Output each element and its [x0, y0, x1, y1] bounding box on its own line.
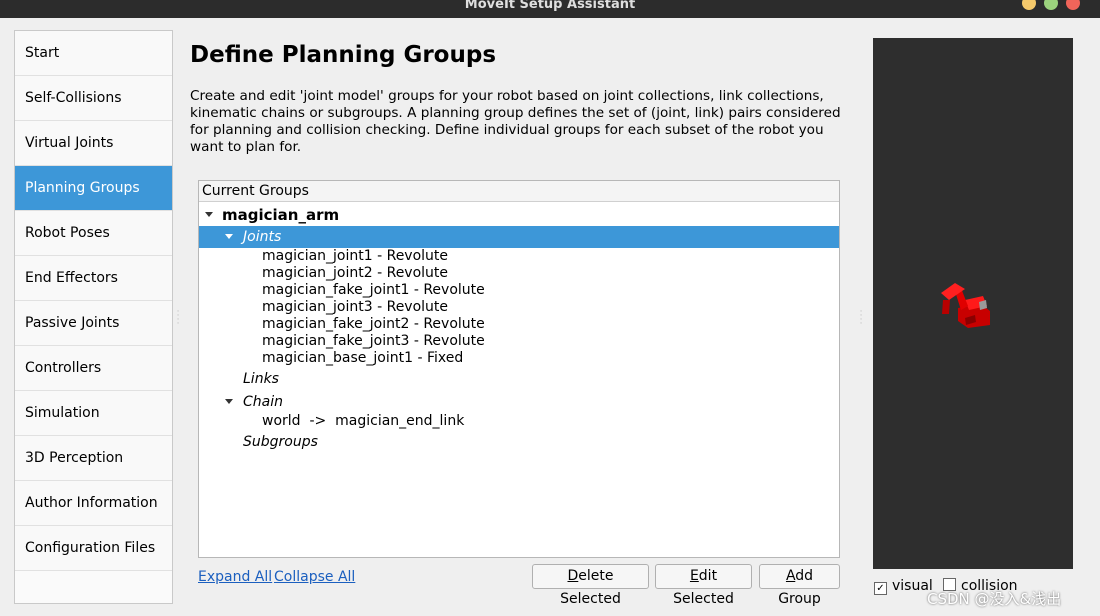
- tree-row-chain-value[interactable]: world -> magician_end_link: [199, 412, 839, 431]
- sidebar-item-passive-joints[interactable]: Passive Joints: [15, 301, 172, 346]
- joint-item: magician_joint3 - Revolute: [262, 299, 449, 315]
- joint-item: magician_fake_joint1 - Revolute: [262, 282, 485, 298]
- edit-selected-button[interactable]: Edit Selected: [655, 564, 752, 607]
- sidebar-item-controllers[interactable]: Controllers: [15, 346, 172, 391]
- sidebar-nav: Start Self-Collisions Virtual Joints Pla…: [14, 30, 173, 604]
- sidebar-item-end-effectors[interactable]: End Effectors: [15, 256, 172, 301]
- group-name: magician_arm: [222, 206, 340, 224]
- sidebar-item-virtual-joints[interactable]: Virtual Joints: [15, 121, 172, 166]
- tree-row-joint[interactable]: magician_fake_joint3 - Revolute: [199, 333, 839, 350]
- add-group-button[interactable]: Add Group: [759, 564, 840, 607]
- title-bar: MoveIt Setup Assistant: [0, 0, 1100, 18]
- expand-arrow-icon[interactable]: [225, 234, 233, 239]
- tree-row-links[interactable]: Links: [199, 368, 839, 390]
- maximize-button[interactable]: [1044, 0, 1058, 10]
- subgroups-label: Subgroups: [243, 434, 318, 450]
- edit-mnemonic: E: [689, 568, 699, 584]
- add-label: dd Group: [778, 568, 821, 607]
- tree-header: Current Groups: [199, 181, 839, 202]
- sidebar-item-planning-groups[interactable]: Planning Groups: [15, 166, 172, 211]
- watermark: CSDN @没入&浅出: [927, 590, 1062, 608]
- delete-mnemonic: D: [567, 568, 579, 584]
- groups-tree[interactable]: Current Groups magician_arm Joints magic…: [198, 180, 840, 558]
- edit-label: dit Selected: [673, 568, 734, 607]
- joint-item: magician_base_joint1 - Fixed: [262, 350, 464, 366]
- expand-arrow-icon[interactable]: [205, 212, 213, 217]
- visual-toggle[interactable]: ✓ visual: [874, 578, 933, 595]
- joint-item: magician_joint1 - Revolute: [262, 248, 449, 264]
- page-description: Create and edit 'joint model' groups for…: [190, 88, 841, 155]
- sidebar-item-3d-perception[interactable]: 3D Perception: [15, 436, 172, 481]
- tree-row-joint[interactable]: magician_fake_joint2 - Revolute: [199, 316, 839, 333]
- joint-item: magician_joint2 - Revolute: [262, 265, 449, 281]
- joints-label: Joints: [243, 229, 282, 245]
- delete-selected-button[interactable]: Delete Selected: [532, 564, 649, 607]
- robot-3d-viewport[interactable]: [873, 38, 1073, 569]
- sidebar-item-robot-poses[interactable]: Robot Poses: [15, 211, 172, 256]
- robot-model: [941, 283, 990, 328]
- sidebar-item-self-collisions[interactable]: Self-Collisions: [15, 76, 172, 121]
- tree-row-joint[interactable]: magician_base_joint1 - Fixed: [199, 350, 839, 367]
- tree-row-group[interactable]: magician_arm: [199, 204, 839, 226]
- links-label: Links: [243, 371, 279, 387]
- tree-row-chain[interactable]: Chain: [199, 391, 839, 413]
- joint-item: magician_fake_joint3 - Revolute: [262, 333, 485, 349]
- tree-row-joint[interactable]: magician_joint1 - Revolute: [199, 248, 839, 265]
- tree-row-subgroups[interactable]: Subgroups: [199, 431, 839, 453]
- minimize-button[interactable]: [1022, 0, 1036, 10]
- page-title: Define Planning Groups: [190, 42, 497, 68]
- visual-checkbox[interactable]: ✓: [874, 582, 887, 595]
- chain-label: Chain: [243, 394, 283, 410]
- tree-row-joint[interactable]: magician_joint2 - Revolute: [199, 265, 839, 282]
- right-splitter-handle[interactable]: · · · ·: [858, 308, 864, 329]
- add-mnemonic: A: [785, 568, 796, 584]
- sidebar-item-configuration-files[interactable]: Configuration Files: [15, 526, 172, 571]
- expand-arrow-icon[interactable]: [225, 399, 233, 404]
- tree-row-joint[interactable]: magician_fake_joint1 - Revolute: [199, 282, 839, 299]
- sidebar-item-simulation[interactable]: Simulation: [15, 391, 172, 436]
- robot-arm-icon: [941, 283, 990, 328]
- joint-item: magician_fake_joint2 - Revolute: [262, 316, 485, 332]
- expand-all-link[interactable]: Expand All: [198, 569, 272, 585]
- tree-row-joint[interactable]: magician_joint3 - Revolute: [199, 299, 839, 316]
- collapse-all-link[interactable]: Collapse All: [274, 569, 355, 585]
- sidebar-item-author-information[interactable]: Author Information: [15, 481, 172, 526]
- left-splitter-handle[interactable]: · · · ·: [175, 308, 181, 329]
- sidebar-item-start[interactable]: Start: [15, 31, 172, 76]
- window-title: MoveIt Setup Assistant: [464, 0, 636, 12]
- chain-value: world -> magician_end_link: [262, 413, 465, 429]
- close-button[interactable]: [1066, 0, 1080, 10]
- tree-row-joints[interactable]: Joints: [199, 226, 839, 248]
